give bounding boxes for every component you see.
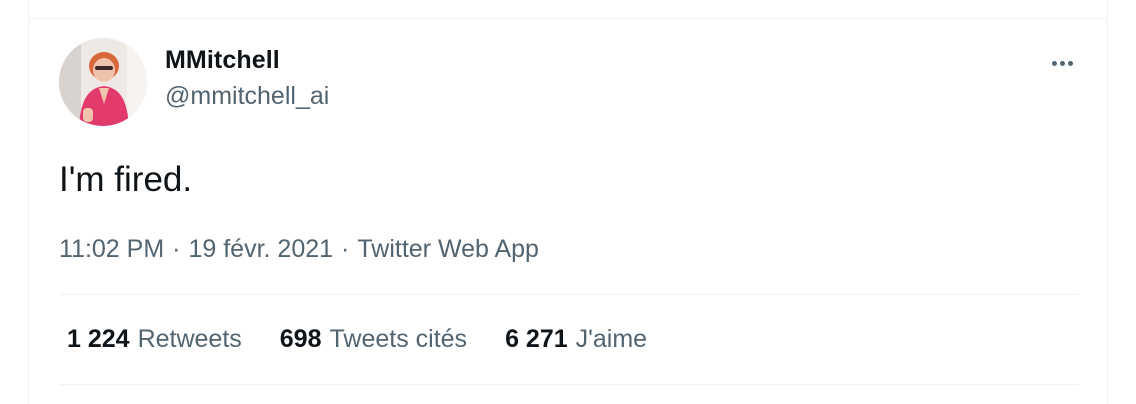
tweet-source[interactable]: Twitter Web App — [357, 235, 539, 263]
stat-likes[interactable]: 6 271 J'aime — [505, 325, 647, 354]
top-divider — [29, 18, 1107, 19]
tweet-stats: 1 224 Retweets 698 Tweets cités 6 271 J'aim… — [67, 325, 647, 354]
ellipsis-icon — [1067, 60, 1073, 66]
ellipsis-icon — [1059, 60, 1065, 66]
meta-separator: · — [172, 235, 181, 263]
ellipsis-icon — [1051, 60, 1057, 66]
more-options-button[interactable] — [1045, 52, 1079, 74]
author-display-name[interactable]: MMitchell — [165, 46, 280, 75]
avatar[interactable] — [59, 38, 147, 126]
tweet-meta: 11:02 PM · 19 févr. 2021 · Twitter Web App — [59, 235, 539, 264]
stat-label: J'aime — [575, 325, 648, 353]
stat-count: 1 224 — [67, 325, 130, 353]
meta-separator: · — [341, 235, 350, 263]
stats-divider-top — [59, 294, 1079, 295]
tweet-card: MMitchell @mmitchell_ai I'm fired. 11:02… — [28, 0, 1108, 404]
profile-photo-icon — [59, 38, 147, 126]
stat-count: 6 271 — [505, 325, 568, 353]
stat-label: Retweets — [137, 325, 242, 353]
tweet-date[interactable]: 19 févr. 2021 — [188, 235, 333, 263]
tweet-time[interactable]: 11:02 PM — [59, 235, 164, 263]
stat-label: Tweets cités — [329, 325, 468, 353]
author-handle[interactable]: @mmitchell_ai — [165, 82, 329, 111]
stat-quote-tweets[interactable]: 698 Tweets cités — [280, 325, 467, 354]
tweet-text: I'm fired. — [59, 160, 193, 199]
stat-retweets[interactable]: 1 224 Retweets — [67, 325, 242, 354]
stat-count: 698 — [279, 325, 322, 353]
stats-divider-bottom — [59, 384, 1079, 385]
